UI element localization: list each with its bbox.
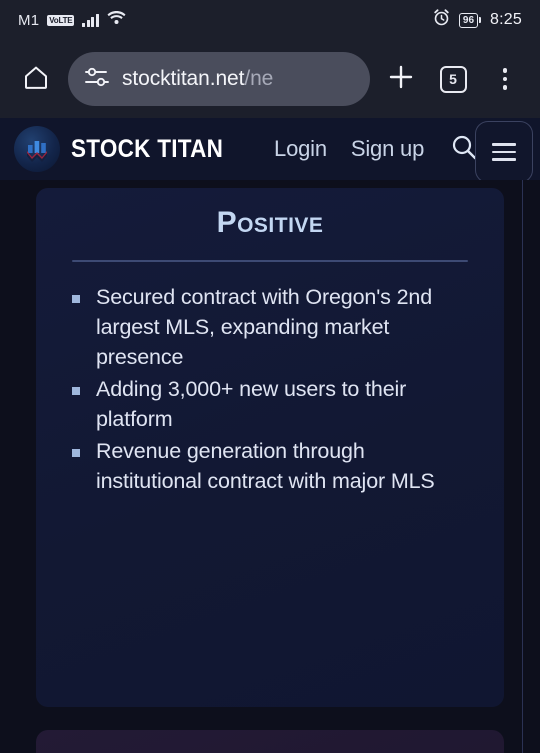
hamburger-menu-button[interactable] (475, 121, 533, 183)
header-nav: Login Sign up (274, 136, 424, 162)
list-item: Secured contract with Oregon's 2nd large… (72, 282, 476, 372)
more-vertical-icon (502, 68, 508, 90)
clock-label: 8:25 (490, 11, 522, 28)
status-bar-right: 96 8:25 (433, 9, 522, 31)
tab-count-label: 5 (439, 65, 467, 93)
home-icon (22, 63, 50, 96)
url-path: /ne (244, 67, 274, 90)
list-item: Revenue generation through institutional… (72, 436, 476, 496)
url-domain: stocktitan.net (122, 67, 245, 90)
positive-divider (72, 260, 468, 262)
url-bar[interactable]: stocktitan.net/ne (68, 52, 370, 106)
stock-titan-logo-icon[interactable] (14, 126, 60, 172)
status-bar-left: M1 VoLTE (18, 10, 126, 30)
hamburger-menu-icon (492, 143, 516, 146)
volte-badge: VoLTE (47, 14, 75, 26)
negative-title: Negative (36, 730, 504, 753)
scrollbar[interactable] (521, 180, 523, 753)
positive-card: Positive Secured contract with Oregon's … (36, 188, 504, 707)
site-header: STOCK TITAN Login Sign up (0, 118, 540, 183)
signup-link[interactable]: Sign up (351, 136, 424, 162)
carrier-label: M1 (18, 11, 40, 29)
list-item: Adding 3,000+ new users to their platfor… (72, 374, 476, 434)
status-bar: M1 VoLTE 96 8:25 (0, 0, 540, 40)
home-button[interactable] (14, 57, 58, 101)
tune-icon[interactable] (84, 66, 110, 93)
brand-label: STOCK TITAN (71, 134, 224, 163)
battery-level: 96 (458, 12, 479, 28)
url-input[interactable]: stocktitan.net/ne (122, 67, 273, 91)
battery-indicator: 96 (458, 12, 482, 28)
login-link[interactable]: Login (274, 136, 327, 162)
wifi-icon (107, 10, 126, 30)
search-icon (450, 133, 478, 166)
positive-title: Positive (216, 206, 324, 239)
plus-icon (387, 63, 415, 96)
browser-toolbar: stocktitan.net/ne 5 (0, 40, 540, 118)
signal-bars-icon (82, 13, 99, 27)
page-content: Positive Secured contract with Oregon's … (0, 180, 540, 753)
alarm-clock-icon (433, 9, 450, 31)
positive-bullet-list: Secured contract with Oregon's 2nd large… (72, 282, 476, 496)
battery-cap-icon (479, 17, 482, 23)
browser-menu-button[interactable] (484, 57, 526, 101)
new-tab-button[interactable] (380, 57, 422, 101)
tab-switcher-button[interactable]: 5 (432, 57, 474, 101)
negative-card: Negative Financial terms of the contract… (36, 730, 504, 753)
